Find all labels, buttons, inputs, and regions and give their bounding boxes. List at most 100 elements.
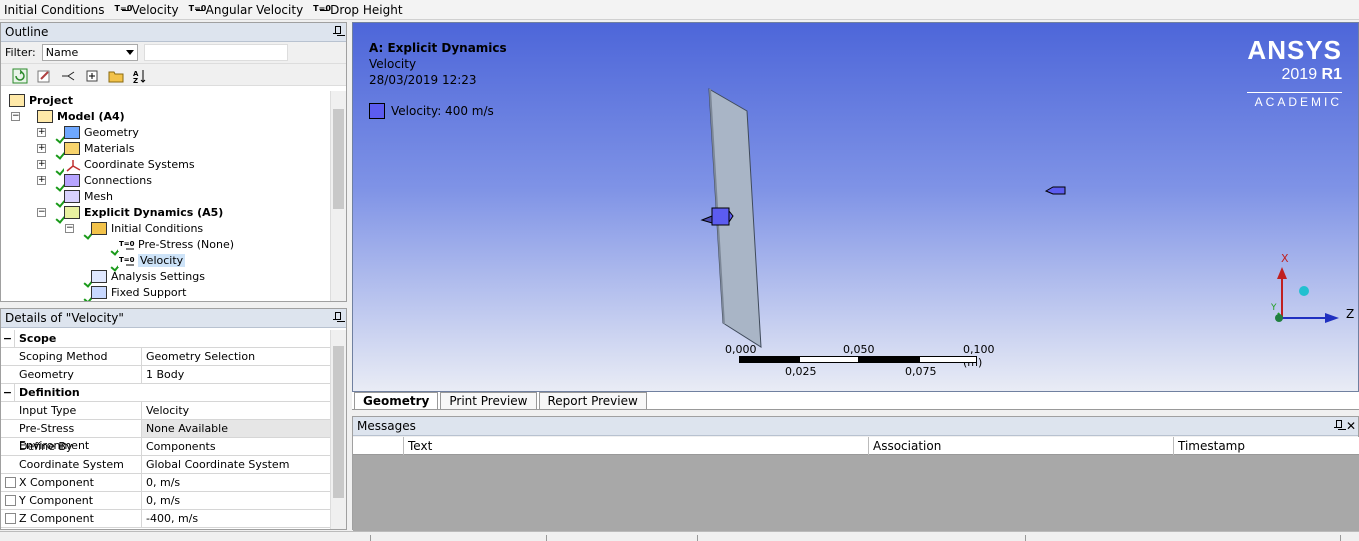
parameter-checkbox[interactable] [5, 477, 16, 488]
details-scrollbar[interactable] [330, 330, 346, 529]
model-geometry[interactable] [353, 23, 1358, 391]
expand-all-icon[interactable] [83, 67, 99, 83]
expand-icon[interactable]: + [37, 144, 46, 153]
collapse-icon[interactable]: − [1, 384, 15, 401]
tree-item-geometry[interactable]: Geometry [64, 124, 139, 140]
tree-item-pre-stress[interactable]: T=0 Pre-Stress (None) [118, 236, 234, 252]
details-key: Scoping Method [1, 348, 142, 365]
pin-icon[interactable] [1334, 420, 1342, 432]
details-value[interactable]: Velocity [142, 402, 331, 419]
details-row[interactable]: Z Component -400, m/s [1, 510, 331, 528]
collapse-icon[interactable]: − [11, 112, 20, 121]
axis-triad [1275, 267, 1339, 323]
scrollbar-thumb[interactable] [333, 346, 344, 498]
collapse-icon[interactable]: − [37, 208, 46, 217]
svg-text:T=0: T=0 [119, 256, 135, 264]
scrollbar-thumb[interactable] [333, 109, 344, 209]
details-key: Input Type [1, 402, 142, 419]
tree-item-label: Analysis Settings [111, 269, 205, 283]
details-value[interactable]: 0, m/s [142, 492, 331, 509]
section-scope[interactable]: − Scope [1, 330, 331, 348]
details-key-label: Z Component [19, 512, 94, 525]
tree-item-initial-conditions[interactable]: Initial Conditions [91, 220, 203, 236]
outline-scrollbar[interactable] [330, 91, 346, 301]
model-icon [37, 109, 53, 123]
toolbar-angular-velocity-button[interactable]: T=0 Angular Velocity [189, 0, 304, 20]
details-row[interactable]: Input Type Velocity [1, 402, 331, 420]
tree-item-model[interactable]: Model (A4) [37, 108, 125, 124]
scale-label: 0,000 [725, 343, 757, 356]
tab-report-preview[interactable]: Report Preview [538, 392, 647, 409]
tree-item-project[interactable]: Project [9, 92, 73, 108]
projectile[interactable] [1044, 186, 1066, 195]
messages-header: Text Association Timestamp [353, 437, 1359, 455]
filter-select[interactable]: Name [41, 44, 138, 61]
outline-title-bar: Outline [1, 23, 346, 42]
scale-label: 0,050 [843, 343, 875, 356]
isometric-view-ball[interactable] [1299, 286, 1309, 296]
graphics-viewport[interactable]: A: Explicit Dynamics Velocity 28/03/2019… [352, 22, 1359, 392]
parameter-checkbox[interactable] [5, 495, 16, 506]
outline-toolbar: AZ [1, 64, 346, 86]
details-row[interactable]: Y Component 0, m/s [1, 492, 331, 510]
tree-item-analysis-settings[interactable]: Analysis Settings [91, 268, 205, 284]
materials-icon [64, 141, 80, 155]
tree-item-label: Project [29, 93, 74, 107]
initial-conditions-icon [91, 221, 107, 235]
details-value[interactable]: -400, m/s [142, 510, 331, 527]
tree-item-label: Pre-Stress (None) [138, 237, 235, 251]
tree-item-explicit-dynamics[interactable]: Explicit Dynamics (A5) [64, 204, 223, 220]
filter-input[interactable] [143, 44, 288, 61]
sort-icon[interactable]: AZ [131, 67, 147, 85]
tree-branch-icon[interactable] [59, 67, 75, 83]
column-association[interactable]: Association [868, 437, 1174, 455]
tree-item-label: Connections [84, 173, 152, 187]
section-definition[interactable]: − Definition [1, 384, 331, 402]
section-label: Definition [19, 386, 80, 399]
details-row[interactable]: X Component 0, m/s [1, 474, 331, 492]
tab-geometry[interactable]: Geometry [354, 392, 439, 409]
status-bar [0, 531, 1359, 541]
scale-label: 0,025 [785, 365, 817, 378]
toolbar-velocity-button[interactable]: T=0 Velocity [115, 0, 179, 20]
tree-item-mesh[interactable]: Mesh [64, 188, 113, 204]
pin-icon[interactable] [333, 312, 341, 324]
expand-icon[interactable]: + [37, 160, 46, 169]
details-value[interactable]: 0, m/s [142, 474, 331, 491]
drop-height-icon: T=0 [313, 3, 331, 13]
refresh-icon[interactable] [11, 67, 28, 83]
velocity-marker[interactable] [711, 207, 730, 226]
details-value[interactable]: Geometry Selection [142, 348, 331, 365]
expand-icon[interactable]: + [37, 128, 46, 137]
tree-item-connections[interactable]: Connections [64, 172, 152, 188]
details-value[interactable]: Components [142, 438, 331, 455]
parameter-checkbox[interactable] [5, 513, 16, 524]
view-tabs: Geometry Print Preview Report Preview [352, 392, 1359, 410]
toolbar-drop-height-button[interactable]: T=0 Drop Height [313, 0, 402, 20]
details-value[interactable]: Global Coordinate System [142, 456, 331, 473]
close-icon[interactable]: ✕ [1346, 417, 1356, 436]
tree-item-materials[interactable]: Materials [64, 140, 134, 156]
details-row[interactable]: Pre-Stress Environment None Available [1, 420, 331, 452]
folder-icon[interactable] [107, 67, 124, 83]
tree-item-label: Explicit Dynamics (A5) [84, 205, 224, 219]
tree-item-coordinate-systems[interactable]: Coordinate Systems [64, 156, 195, 172]
details-value[interactable]: 1 Body [142, 366, 331, 383]
scale-segment [859, 356, 919, 363]
svg-text:Z: Z [133, 77, 138, 84]
tab-print-preview[interactable]: Print Preview [440, 392, 537, 409]
pin-icon[interactable] [333, 26, 341, 38]
tree-item-fixed-support[interactable]: Fixed Support [91, 284, 187, 300]
collapse-icon[interactable]: − [1, 330, 15, 347]
collapse-icon[interactable]: − [65, 224, 74, 233]
details-row[interactable]: Coordinate System Global Coordinate Syst… [1, 456, 331, 474]
edit-tree-icon[interactable] [35, 67, 51, 83]
details-row[interactable]: Scoping Method Geometry Selection [1, 348, 331, 366]
details-row[interactable]: Define By Components [1, 438, 331, 456]
expand-icon[interactable]: + [37, 176, 46, 185]
column-text[interactable]: Text [403, 437, 869, 455]
column-timestamp[interactable]: Timestamp [1173, 437, 1359, 455]
tree-item-velocity[interactable]: T=0 Velocity [118, 252, 186, 268]
details-row[interactable]: Geometry 1 Body [1, 366, 331, 384]
toolbar-initial-conditions[interactable]: Initial Conditions [4, 0, 105, 20]
